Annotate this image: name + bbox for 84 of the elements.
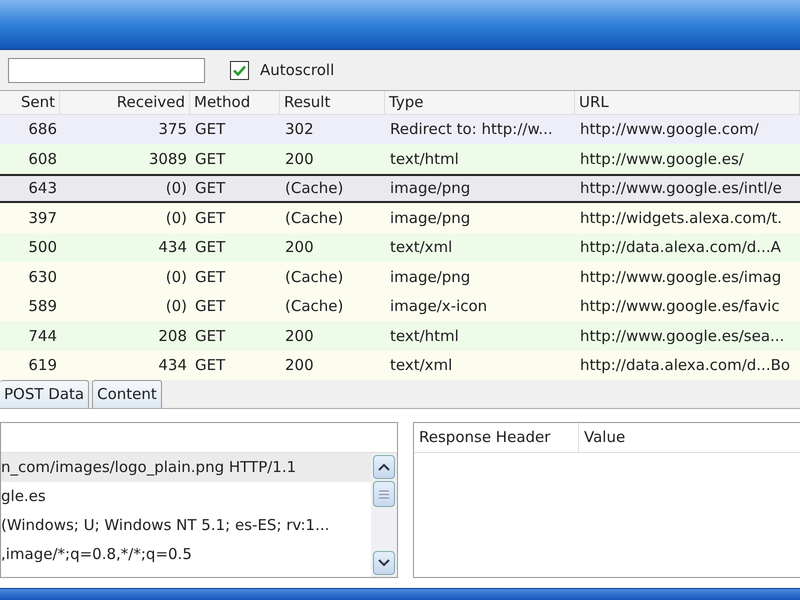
request-row[interactable]: 619 434 GET 200 text/xml http://data.alexa.com/d...Bo: [0, 350, 800, 380]
table-cell-text: GET: [194, 326, 226, 346]
table-cell-text: 434: [157, 355, 188, 376]
scroll-up-button[interactable]: [373, 455, 395, 479]
table-cell-text: http://www.google.es/intl/e: [579, 178, 783, 199]
table-cell-text: text/html: [389, 148, 460, 170]
column-header[interactable]: Method: [190, 91, 280, 114]
scrollbar[interactable]: [371, 453, 397, 577]
table-cell-text: 589: [27, 296, 58, 317]
table-cell-text: GET: [194, 266, 226, 288]
chevron-up-icon: [378, 463, 390, 471]
table-cell-text: GET: [194, 148, 226, 170]
table-cell-text: 619: [27, 355, 58, 376]
table-cell-text: http://www.google.com/: [579, 119, 760, 140]
table-cell-text: 3089: [148, 148, 188, 170]
scroll-down-button[interactable]: [373, 551, 395, 575]
filter-field[interactable]: [8, 58, 205, 82]
table-cell-text: GET: [194, 296, 226, 317]
table-cell-text: GET: [194, 355, 226, 376]
column-header[interactable]: Type: [385, 91, 575, 114]
table-cell-text: 200: [284, 355, 315, 376]
column-header[interactable]: URL: [575, 91, 800, 114]
table-cell-text: http://www.google.es/: [579, 148, 745, 170]
table-cell-text: (0): [164, 266, 188, 288]
table-cell-text: 686: [27, 119, 58, 140]
table-cell-text: 434: [157, 237, 188, 258]
chevron-down-icon: [378, 559, 390, 567]
table-cell-text: 200: [284, 237, 315, 258]
request-row[interactable]: 643 (0) GET (Cache) image/png http://www.google.es/intl/e: [0, 174, 800, 203]
table-cell-text: http://widgets.alexa.com/t.: [579, 208, 784, 228]
table-cell-text: http://data.alexa.com/d...A: [579, 237, 782, 258]
column-header[interactable]: Response Header: [414, 423, 579, 452]
request-row[interactable]: 397 (0) GET (Cache) image/png http://widgets.alexa.com/t.: [0, 203, 800, 232]
scroll-thumb[interactable]: [373, 481, 395, 507]
table-cell-text: image/png: [389, 178, 472, 199]
request-row[interactable]: 589 (0) GET (Cache) image/x-icon http://www.google.es/favic: [0, 292, 800, 321]
column-header[interactable]: Value: [579, 423, 799, 452]
column-header[interactable]: Sent: [0, 91, 60, 114]
table-cell-text: (0): [164, 178, 188, 199]
tab[interactable]: POST Data: [0, 380, 90, 408]
table-cell-text: 608: [27, 148, 58, 170]
column-header[interactable]: Result: [280, 91, 385, 114]
table-cell-text: 643: [27, 178, 58, 199]
table-cell-text: 397: [27, 208, 58, 228]
table-cell-text: image/png: [389, 266, 472, 288]
autoscroll-label: Autoscroll: [260, 60, 334, 81]
column-header[interactable]: Received: [60, 91, 190, 114]
request-row[interactable]: 630 (0) GET (Cache) image/png http://www.google.es/imag: [0, 262, 800, 292]
table-cell-text: GET: [194, 237, 226, 258]
request-row[interactable]: 744 208 GET 200 text/html http://www.google.es/sea...: [0, 321, 800, 350]
table-cell-text: 200: [284, 326, 315, 346]
request-row[interactable]: 500 434 GET 200 text/xml http://data.alexa.com/d...A: [0, 232, 800, 262]
table-cell-text: http://www.google.es/favic: [579, 296, 781, 317]
checkmark-icon: [233, 64, 246, 76]
table-cell-text: 630: [27, 266, 58, 288]
table-cell-text: (Cache): [284, 296, 344, 317]
checkbox[interactable]: [230, 60, 249, 80]
tab[interactable]: Content: [92, 380, 162, 408]
table-cell-text: 375: [157, 119, 188, 140]
table-cell-text: 208: [157, 326, 188, 346]
grip-icon: [379, 490, 389, 498]
request-row[interactable]: 686 375 GET 302 Redirect to: http://w... http://www.google.com/: [0, 114, 800, 144]
table-cell-text: 200: [284, 148, 315, 170]
table-cell-text: image/png: [389, 208, 472, 228]
request-row[interactable]: 608 3089 GET 200 text/html http://www.google.es/: [0, 144, 800, 174]
table-cell-text: text/html: [389, 326, 460, 346]
table-cell-text: 500: [27, 237, 58, 258]
table-cell-text: http://data.alexa.com/d...Bo: [579, 355, 792, 376]
table-cell-text: (Cache): [284, 266, 344, 288]
table-cell-text: text/xml: [389, 237, 454, 258]
table-cell-text: GET: [194, 178, 226, 199]
table-cell-text: (Cache): [284, 208, 344, 228]
table-cell-text: 302: [284, 119, 315, 140]
table-cell-text: http://www.google.es/sea...: [579, 326, 786, 346]
table-cell-text: text/xml: [389, 355, 454, 376]
table-cell-text: Redirect to: http://w...: [389, 119, 554, 140]
table-cell-text: GET: [194, 208, 226, 228]
table-cell-text: (Cache): [284, 178, 344, 199]
table-cell-text: (0): [164, 208, 188, 228]
table-cell-text: image/x-icon: [389, 296, 488, 317]
table-cell-text: GET: [194, 119, 226, 140]
table-cell-text: http://www.google.es/imag: [579, 266, 782, 288]
table-cell-text: 744: [27, 326, 58, 346]
table-cell-text: (0): [164, 296, 188, 317]
